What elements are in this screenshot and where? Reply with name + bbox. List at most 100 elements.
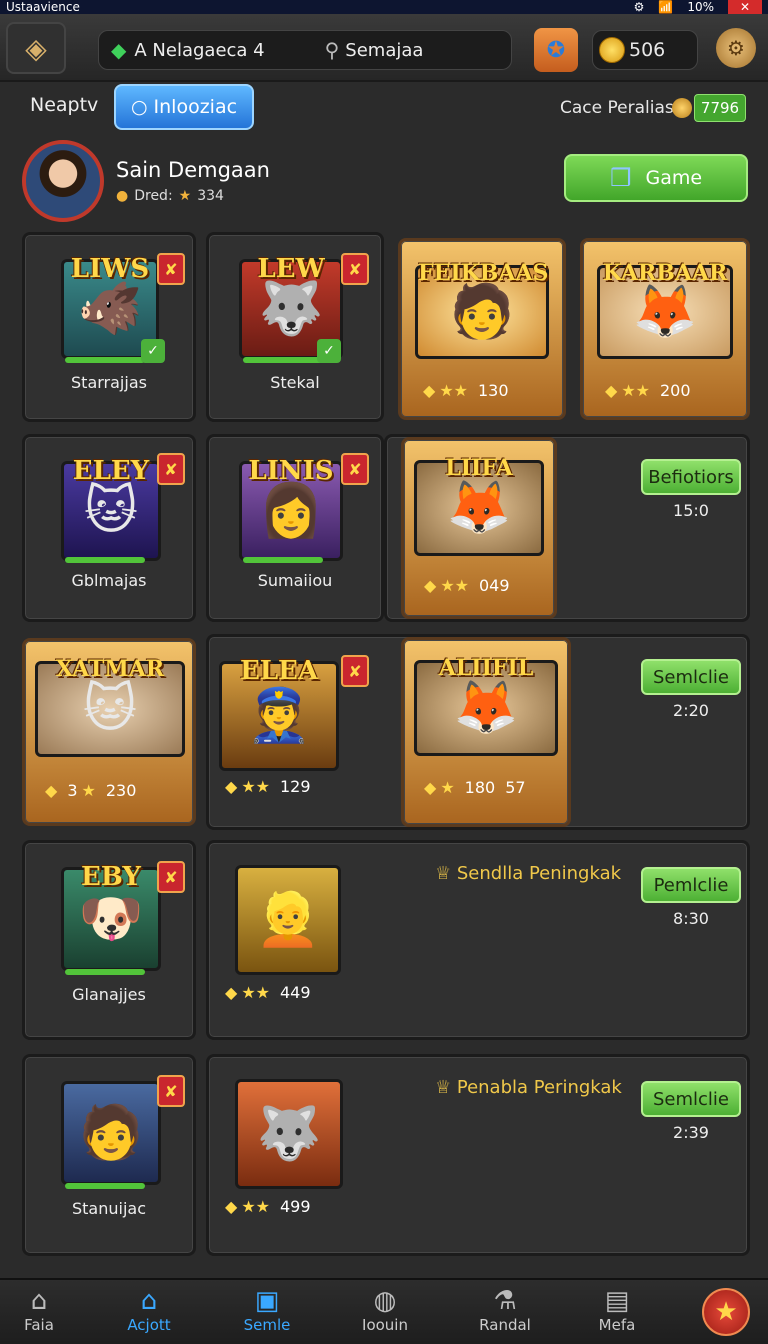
health-bar: [65, 357, 145, 363]
card-panel[interactable]: LIWS 🐗 ✘ ✓ Starrajjas: [22, 232, 196, 422]
compass-button[interactable]: ✪: [534, 28, 578, 72]
card-title: ELEA: [239, 656, 319, 686]
card-panel-gold[interactable]: LIIFA 🦊 ◆ ★★ 049: [401, 437, 557, 619]
cat-icon: 🐱: [83, 481, 139, 541]
star-icon: ★★: [621, 381, 650, 400]
card-name: Stanuijac: [71, 1199, 146, 1218]
card-panel[interactable]: LEW 🐺 ✘ ✓ Stekal: [206, 232, 384, 422]
inventory-button[interactable]: ◈: [6, 22, 66, 74]
currency-label: Cace Peralias: [560, 98, 674, 118]
card-title: LEW: [257, 254, 325, 284]
dog-icon: 🐶: [78, 889, 144, 949]
search-ring-icon: ○: [130, 96, 148, 118]
card-title: ALIIFIL: [438, 655, 534, 681]
card-panel-gold[interactable]: FEIKBAAS 🧑 ◆ ★★ 130: [398, 238, 566, 420]
action-button[interactable]: Semlclie: [641, 1081, 741, 1117]
card-art: LIIFA 🦊: [414, 455, 544, 556]
action-timer: 15:0: [673, 501, 709, 520]
close-icon[interactable]: ✕: [728, 0, 762, 14]
search-bar[interactable]: ◆ A Nelagaeca 4 ⚲ Semajaa: [98, 30, 512, 70]
phone-icon: ▤: [604, 1286, 630, 1316]
star-icon: ★★: [440, 576, 469, 595]
tv-icon: ▣: [254, 1286, 280, 1316]
nav-item-randal[interactable]: ⚗ Randal: [460, 1286, 550, 1334]
card-panel-gold[interactable]: KARBAAR 🦊 ◆ ★★ 200: [580, 238, 750, 420]
card-row: LIWS 🐗 ✘ ✓ Starrajjas LEW 🐺 ✘ ✓ Stekal F…: [0, 232, 768, 424]
card-art: ELEY 🐱: [61, 456, 161, 561]
gem-icon: ◆: [225, 983, 238, 1002]
avatar[interactable]: [22, 140, 104, 222]
nav-item-semle[interactable]: ▣ Semle: [222, 1286, 312, 1334]
tab-neaptv[interactable]: Neaptv: [30, 94, 98, 116]
tab-row: Neaptv ○ Inlooziac Cace Peralias 7796: [0, 82, 768, 136]
cube-icon: ❒: [609, 164, 632, 192]
fox-icon: 🦊: [446, 478, 512, 538]
card-panel[interactable]: LINIS 👩 ✘ Sumaiiou: [206, 434, 384, 622]
nav-item-home[interactable]: ⌂ Acjott: [104, 1286, 194, 1334]
settings-small-icon: ⚙: [633, 0, 645, 14]
gem-icon: ◆: [45, 781, 58, 800]
action-button[interactable]: Befiotiors: [641, 459, 741, 495]
card-title: LIWS: [70, 254, 150, 284]
card-row: 🧑 ✘ Stanuijac 🐺 ◆ ★★ 499 ♕ Penabla Pering…: [0, 1054, 768, 1258]
card-power: 130: [478, 381, 509, 400]
card-power: 57: [505, 778, 526, 797]
card-panel-gold[interactable]: XATMAR 🐱 ◆ 3 ★ 230: [22, 638, 196, 826]
health-bar: [243, 357, 323, 363]
nav-label: Semle: [243, 1316, 291, 1334]
star-rating: ◆ ★★ 129: [225, 777, 311, 796]
star-rating: ◆ 3 ★ 230: [45, 781, 136, 800]
gem-icon: ◆: [225, 1197, 238, 1216]
nav-item-faia[interactable]: ⌂ Faia: [0, 1286, 84, 1334]
star-rating: ◆ ★★ 499: [225, 1197, 311, 1216]
action-timer: 2:39: [673, 1123, 709, 1142]
card-art: FEIKBAAS 🧑: [415, 260, 549, 359]
nav-item-mefa[interactable]: ▤ Mefa: [572, 1286, 662, 1334]
bag-icon: ◍: [373, 1286, 397, 1316]
card-art[interactable]: 👱: [235, 865, 341, 975]
card-name: Starrajjas: [71, 373, 147, 392]
tab-inlooziac[interactable]: ○ Inlooziac: [114, 84, 254, 130]
star-rating: ◆ ★★ 449: [225, 983, 311, 1002]
gem-icon: ◆: [423, 381, 436, 400]
star-icon: ★★: [241, 983, 270, 1002]
favorite-star-button[interactable]: ★: [702, 1288, 750, 1336]
card-title: XATMAR: [55, 656, 165, 682]
wolf-icon: 🐺: [258, 279, 324, 339]
settings-button[interactable]: ⚙: [716, 28, 756, 68]
action-button[interactable]: Semlclie: [641, 659, 741, 695]
star-icon: ★★: [439, 381, 468, 400]
card-panel[interactable]: ELEY 🐱 ✘ Gblmajas: [22, 434, 196, 622]
tab-inlooziac-label: Inlooziac: [153, 96, 238, 118]
card-art: LINIS 👩: [239, 456, 343, 561]
coin-counter[interactable]: 506: [592, 30, 698, 70]
profile-sub-value: 334: [197, 188, 224, 204]
card-wide-panel: 👱 ◆ ★★ 449 ♕ Sendlla Peningkak Pemlclie 8…: [206, 840, 750, 1040]
nav-label: Faia: [24, 1316, 54, 1334]
gem-icon: ◆: [424, 576, 437, 595]
profile-name: Sain Demgaan: [116, 158, 270, 182]
nav-item-ioouin[interactable]: ◍ Ioouin: [340, 1286, 430, 1334]
card-panel[interactable]: 🧑 ✘ Stanuijac: [22, 1054, 196, 1256]
card-art: XATMAR 🐱: [35, 656, 185, 757]
action-button[interactable]: Pemlclie: [641, 867, 741, 903]
rank-badge-icon: ✘: [341, 253, 369, 285]
card-art[interactable]: ELEA 👮: [219, 656, 339, 771]
card-title: LIIFA: [445, 455, 513, 481]
action-timer: 2:20: [673, 701, 709, 720]
star-icon: ★★: [241, 777, 270, 796]
card-art: 🧑: [61, 1081, 161, 1185]
game-button[interactable]: ❒ Game: [564, 154, 748, 202]
card-panel-gold[interactable]: ALIIFIL 🦊 ◆ ★ 180 57: [401, 637, 571, 827]
card-power: 499: [280, 1197, 311, 1216]
card-wide-panel: LIIFA 🦊 ◆ ★★ 049 Befiotiors 15:0: [384, 434, 750, 622]
trophy-icon: ♕: [435, 1077, 457, 1098]
card-art[interactable]: 🐺: [235, 1079, 343, 1189]
rank-badge-icon: ✘: [157, 1075, 185, 1107]
card-panel[interactable]: EBY 🐶 ✘ Glanajjes: [22, 840, 196, 1040]
top-bar: ◈ ◆ A Nelagaeca 4 ⚲ Semajaa ✪ 506 ⚙: [0, 14, 768, 82]
search-title: A Nelagaeca 4: [134, 39, 265, 61]
gem-icon: ◆: [424, 778, 437, 797]
blond-portrait-icon: 👱: [255, 890, 321, 950]
nav-label: Ioouin: [362, 1316, 408, 1334]
